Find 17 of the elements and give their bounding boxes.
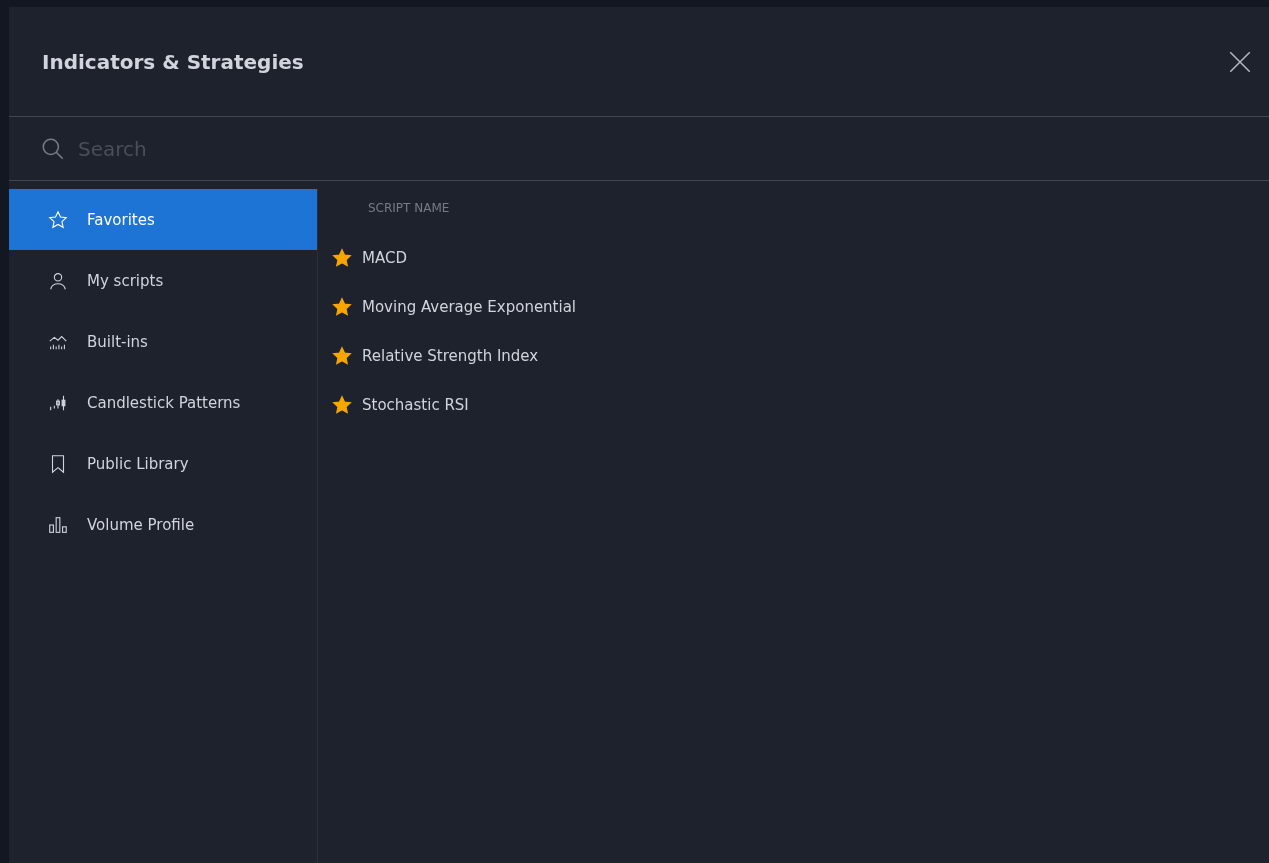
sidebar-item[interactable]: Candlestick Patterns <box>9 372 317 433</box>
sidebar-item[interactable]: Public Library <box>9 433 317 494</box>
script-name[interactable]: MACD <box>362 248 407 267</box>
script-name[interactable]: Stochastic RSI <box>362 395 469 414</box>
star-icon[interactable] <box>332 296 352 317</box>
script-name[interactable]: Moving Average Exponential <box>362 297 577 316</box>
star-icon[interactable] <box>332 394 352 415</box>
script-name[interactable]: Relative Strength Index <box>362 346 539 365</box>
star-icon[interactable] <box>332 247 352 268</box>
column-header: SCRIPT NAME <box>367 201 451 217</box>
dialog-title: Indicators & Strategies <box>42 49 304 74</box>
sidebar-item[interactable]: Built-ins <box>9 311 317 372</box>
star-icon[interactable] <box>332 345 352 366</box>
sidebar-item[interactable]: Favorites <box>9 189 317 250</box>
sidebar-item[interactable]: My scripts <box>9 250 317 311</box>
sidebar-item[interactable]: Volume Profile <box>9 494 317 555</box>
star-icon <box>47 208 69 231</box>
